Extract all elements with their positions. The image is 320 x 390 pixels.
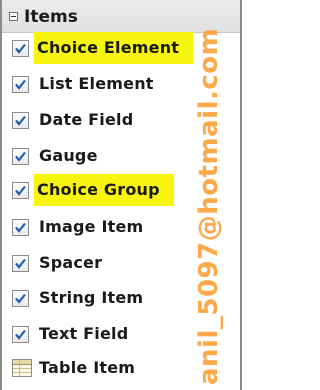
palette-item-label: Image Item	[39, 217, 144, 236]
checkbox-checked-icon	[12, 76, 29, 93]
palette-item-label: Table Item	[39, 358, 136, 377]
table-icon	[12, 359, 32, 377]
checkbox-checked-icon	[12, 219, 29, 236]
checkbox-checked-icon	[12, 182, 29, 199]
checkbox-checked-icon	[12, 40, 29, 57]
section-title: Items	[24, 7, 78, 27]
checkbox-checked-icon	[12, 112, 29, 129]
palette-panel: Items Choice Element List Element Date F…	[0, 0, 242, 390]
palette-item-label: Spacer	[39, 253, 103, 272]
checkbox-checked-icon	[12, 326, 29, 343]
palette-item-label: Gauge	[39, 146, 98, 165]
checkbox-checked-icon	[12, 290, 29, 307]
palette-item-label: Text Field	[39, 324, 129, 343]
checkbox-checked-icon	[12, 148, 29, 165]
palette-item-label: String Item	[39, 288, 144, 307]
collapse-icon[interactable]	[9, 12, 18, 21]
palette-item-label: Choice Element	[34, 32, 194, 64]
palette-item-label: Choice Group	[34, 174, 174, 206]
palette-item-label: Date Field	[39, 110, 134, 129]
palette-item-label: List Element	[39, 74, 154, 93]
checkbox-checked-icon	[12, 255, 29, 272]
watermark-email: anil_5097@hotmail.com	[194, 27, 224, 385]
